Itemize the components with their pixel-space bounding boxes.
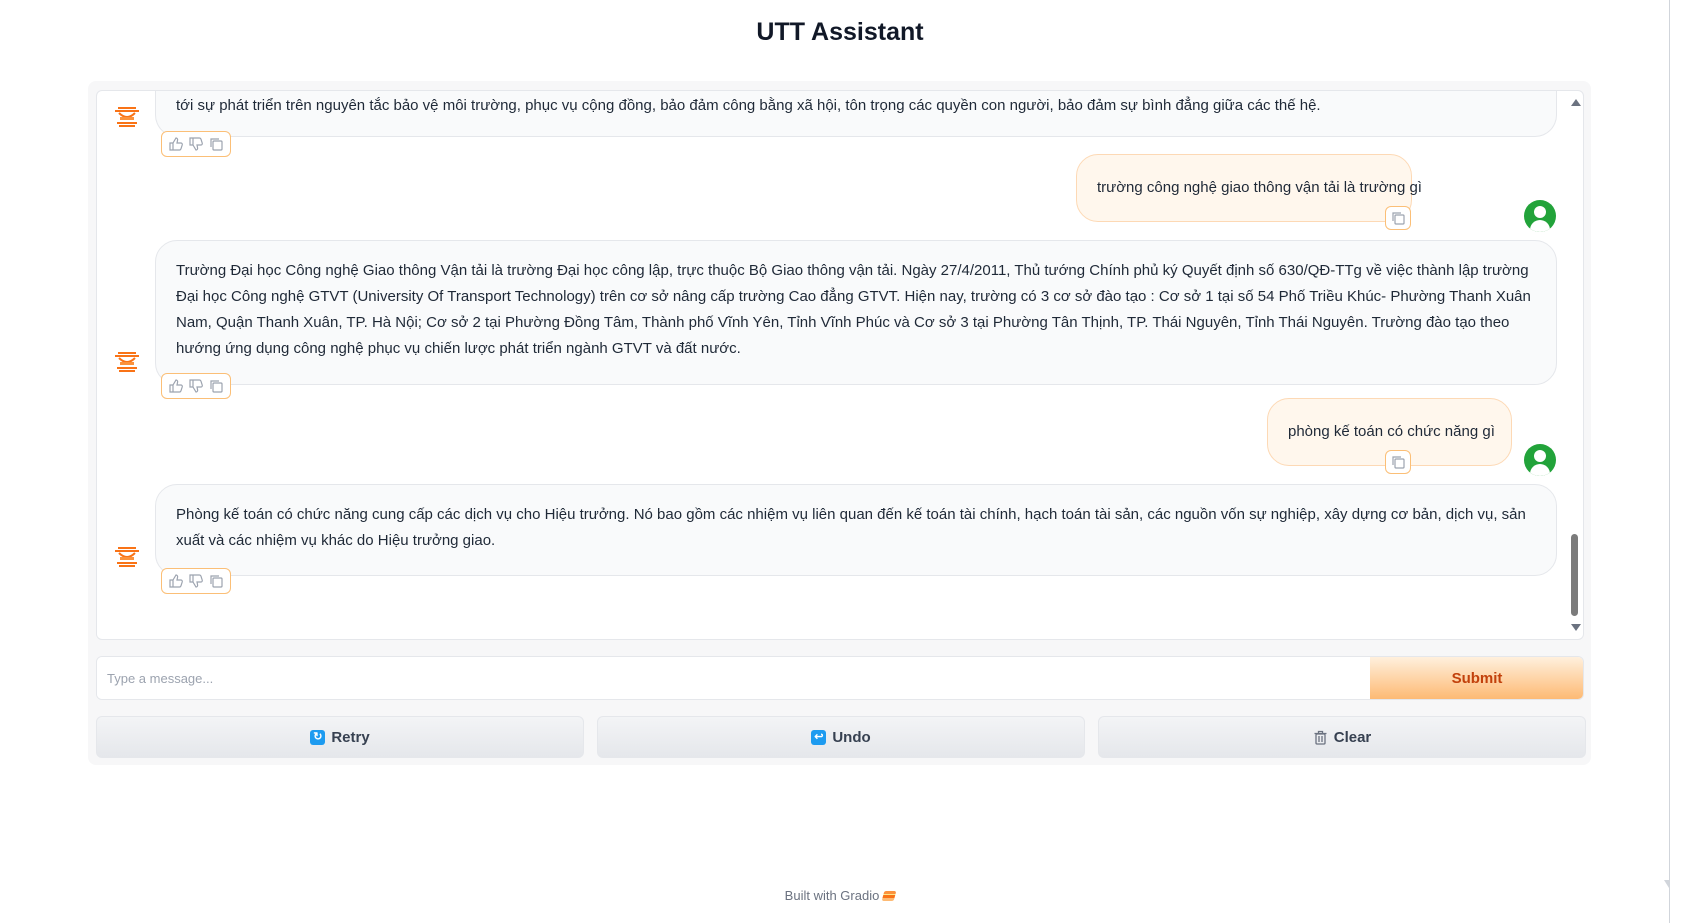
chatbot-panel: tới sự phát triển trên nguyên tắc bảo vệ… — [96, 90, 1584, 640]
copy-icon[interactable] — [208, 378, 224, 394]
message-actions — [161, 568, 231, 594]
undo-icon: ↩ — [811, 729, 827, 745]
copy-icon — [1392, 456, 1405, 469]
user-message-text: trường công nghệ giao thông vận tải là t… — [1097, 179, 1422, 196]
scroll-down-arrow-icon[interactable] — [1571, 624, 1581, 631]
user-message-text: phòng kế toán có chức năng gì — [1288, 423, 1495, 440]
bot-avatar-icon — [110, 540, 144, 574]
message-input[interactable] — [97, 657, 1370, 699]
thumbs-up-icon[interactable] — [168, 136, 184, 152]
copy-icon — [1392, 212, 1405, 225]
thumbs-up-icon[interactable] — [168, 573, 184, 589]
retry-icon: ↻ — [310, 729, 326, 745]
trash-icon — [1314, 730, 1327, 745]
thumbs-up-icon[interactable] — [168, 378, 184, 394]
bot-message: Phòng kế toán có chức năng cung cấp các … — [155, 484, 1557, 576]
user-avatar — [1524, 200, 1556, 232]
footer-link[interactable]: Built with Gradio — [785, 888, 880, 903]
message-input-row: Submit — [96, 656, 1584, 700]
scroll-thumb[interactable] — [1571, 534, 1578, 616]
thumbs-down-icon[interactable] — [188, 136, 204, 152]
bot-message: Trường Đại học Công nghệ Giao thông Vận … — [155, 240, 1557, 385]
bot-avatar-icon — [110, 100, 144, 134]
app-title: UTT Assistant — [756, 18, 924, 46]
thumbs-down-icon[interactable] — [188, 378, 204, 394]
user-copy-button[interactable] — [1385, 206, 1411, 230]
submit-button[interactable]: Submit — [1370, 657, 1583, 699]
user-copy-button[interactable] — [1385, 450, 1411, 474]
bot-message-text: tới sự phát triển trên nguyên tắc bảo vệ… — [176, 97, 1321, 114]
bot-message-text: Trường Đại học Công nghệ Giao thông Vận … — [176, 262, 1531, 357]
undo-label: Undo — [832, 728, 871, 746]
window-edge — [1664, 0, 1670, 923]
retry-button[interactable]: ↻ Retry — [96, 716, 584, 758]
clear-button[interactable]: Clear — [1098, 716, 1586, 758]
footer: Built with Gradio — [0, 888, 1680, 903]
user-message: trường công nghệ giao thông vận tải là t… — [1076, 154, 1422, 222]
thumbs-down-icon[interactable] — [188, 573, 204, 589]
copy-icon[interactable] — [208, 136, 224, 152]
scroll-up-arrow-icon[interactable] — [1571, 99, 1581, 106]
message-actions — [161, 373, 231, 399]
retry-label: Retry — [331, 728, 370, 746]
undo-button[interactable]: ↩ Undo — [597, 716, 1085, 758]
copy-icon[interactable] — [208, 573, 224, 589]
message-list: tới sự phát triển trên nguyên tắc bảo vệ… — [97, 91, 1563, 639]
user-avatar — [1524, 444, 1556, 476]
bot-message-text: Phòng kế toán có chức năng cung cấp các … — [176, 506, 1526, 549]
gradio-logo-icon — [881, 891, 897, 901]
clear-label: Clear — [1333, 728, 1372, 746]
page: UTT Assistant tới sự phát triển trên ngu… — [0, 0, 1686, 923]
message-actions — [161, 131, 231, 157]
bot-message: tới sự phát triển trên nguyên tắc bảo vệ… — [155, 91, 1557, 137]
bot-avatar-icon — [110, 345, 144, 379]
chat-scrollbar[interactable] — [1567, 91, 1583, 639]
